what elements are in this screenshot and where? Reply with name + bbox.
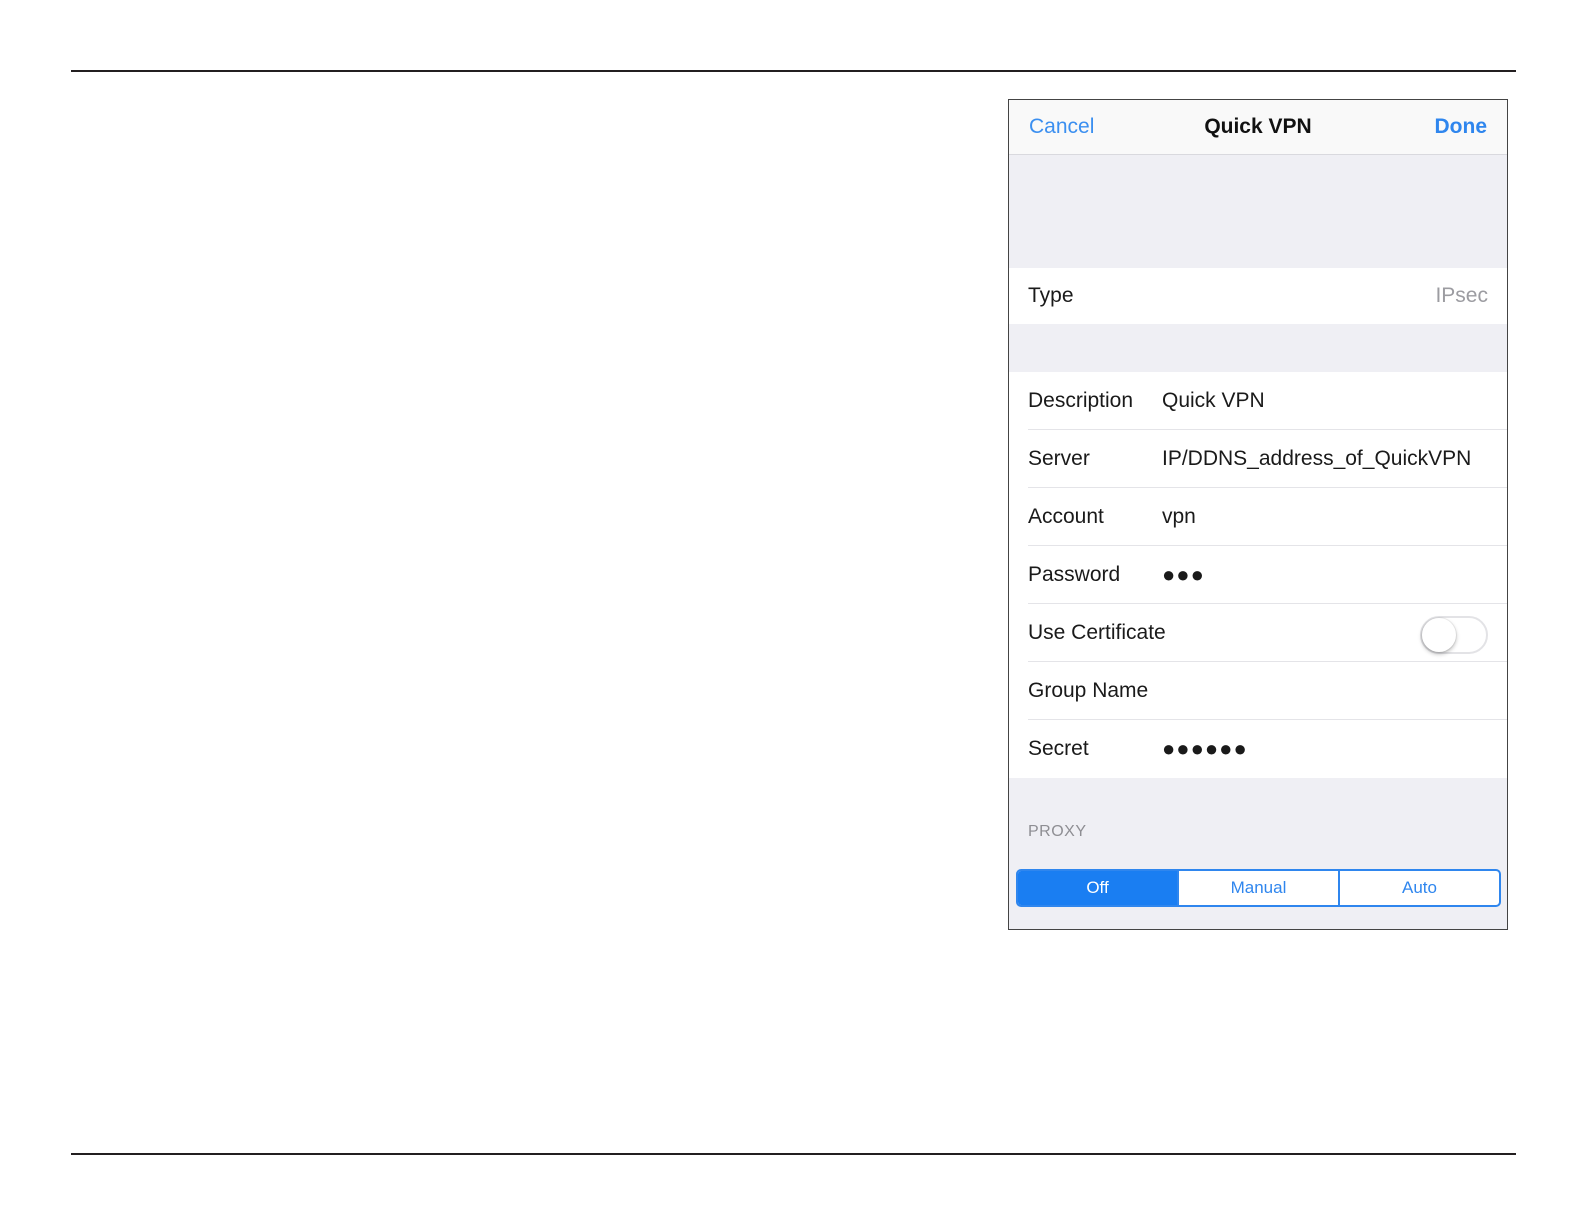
proxy-off-segment[interactable]: Off: [1018, 871, 1177, 905]
password-field[interactable]: ●●●: [1162, 546, 1205, 604]
account-label: Account: [1028, 505, 1104, 528]
description-label: Description: [1028, 389, 1134, 412]
type-row[interactable]: Type IPsec: [1009, 268, 1507, 324]
navigation-bar: Cancel Quick VPN Done: [1009, 100, 1507, 155]
proxy-segmented-control: Off Manual Auto: [1016, 869, 1501, 907]
account-row[interactable]: Account vpn: [1009, 488, 1507, 546]
toggle-knob: [1422, 618, 1456, 652]
server-field[interactable]: IP/DDNS_address_of_QuickVPN: [1162, 430, 1471, 488]
secret-label: Secret: [1028, 737, 1089, 760]
server-row[interactable]: Server IP/DDNS_address_of_QuickVPN: [1009, 430, 1507, 488]
proxy-section-header: PROXY: [1028, 823, 1087, 840]
description-field[interactable]: Quick VPN: [1162, 372, 1265, 430]
group-name-row[interactable]: Group Name: [1009, 662, 1507, 720]
type-label: Type: [1028, 284, 1074, 307]
use-certificate-toggle[interactable]: [1420, 616, 1488, 654]
group-name-label: Group Name: [1028, 679, 1149, 702]
use-certificate-row: Use Certificate: [1009, 604, 1507, 662]
page-title: Quick VPN: [1204, 115, 1312, 138]
type-value: IPsec: [1435, 284, 1488, 307]
vpn-config-screen: Cancel Quick VPN Done Type IPsec Descrip…: [1008, 99, 1508, 930]
account-field[interactable]: vpn: [1162, 488, 1196, 546]
secret-row[interactable]: Secret ●●●●●●: [1009, 720, 1507, 778]
proxy-auto-segment[interactable]: Auto: [1338, 871, 1499, 905]
description-row[interactable]: Description Quick VPN: [1009, 372, 1507, 430]
bottom-rule: [71, 1153, 1516, 1155]
password-row[interactable]: Password ●●●: [1009, 546, 1507, 604]
proxy-manual-segment[interactable]: Manual: [1177, 871, 1338, 905]
server-label: Server: [1028, 447, 1090, 470]
use-certificate-label: Use Certificate: [1028, 621, 1166, 644]
top-rule: [71, 70, 1516, 72]
done-button[interactable]: Done: [1435, 100, 1488, 153]
password-label: Password: [1028, 563, 1121, 586]
secret-field[interactable]: ●●●●●●: [1162, 720, 1248, 778]
